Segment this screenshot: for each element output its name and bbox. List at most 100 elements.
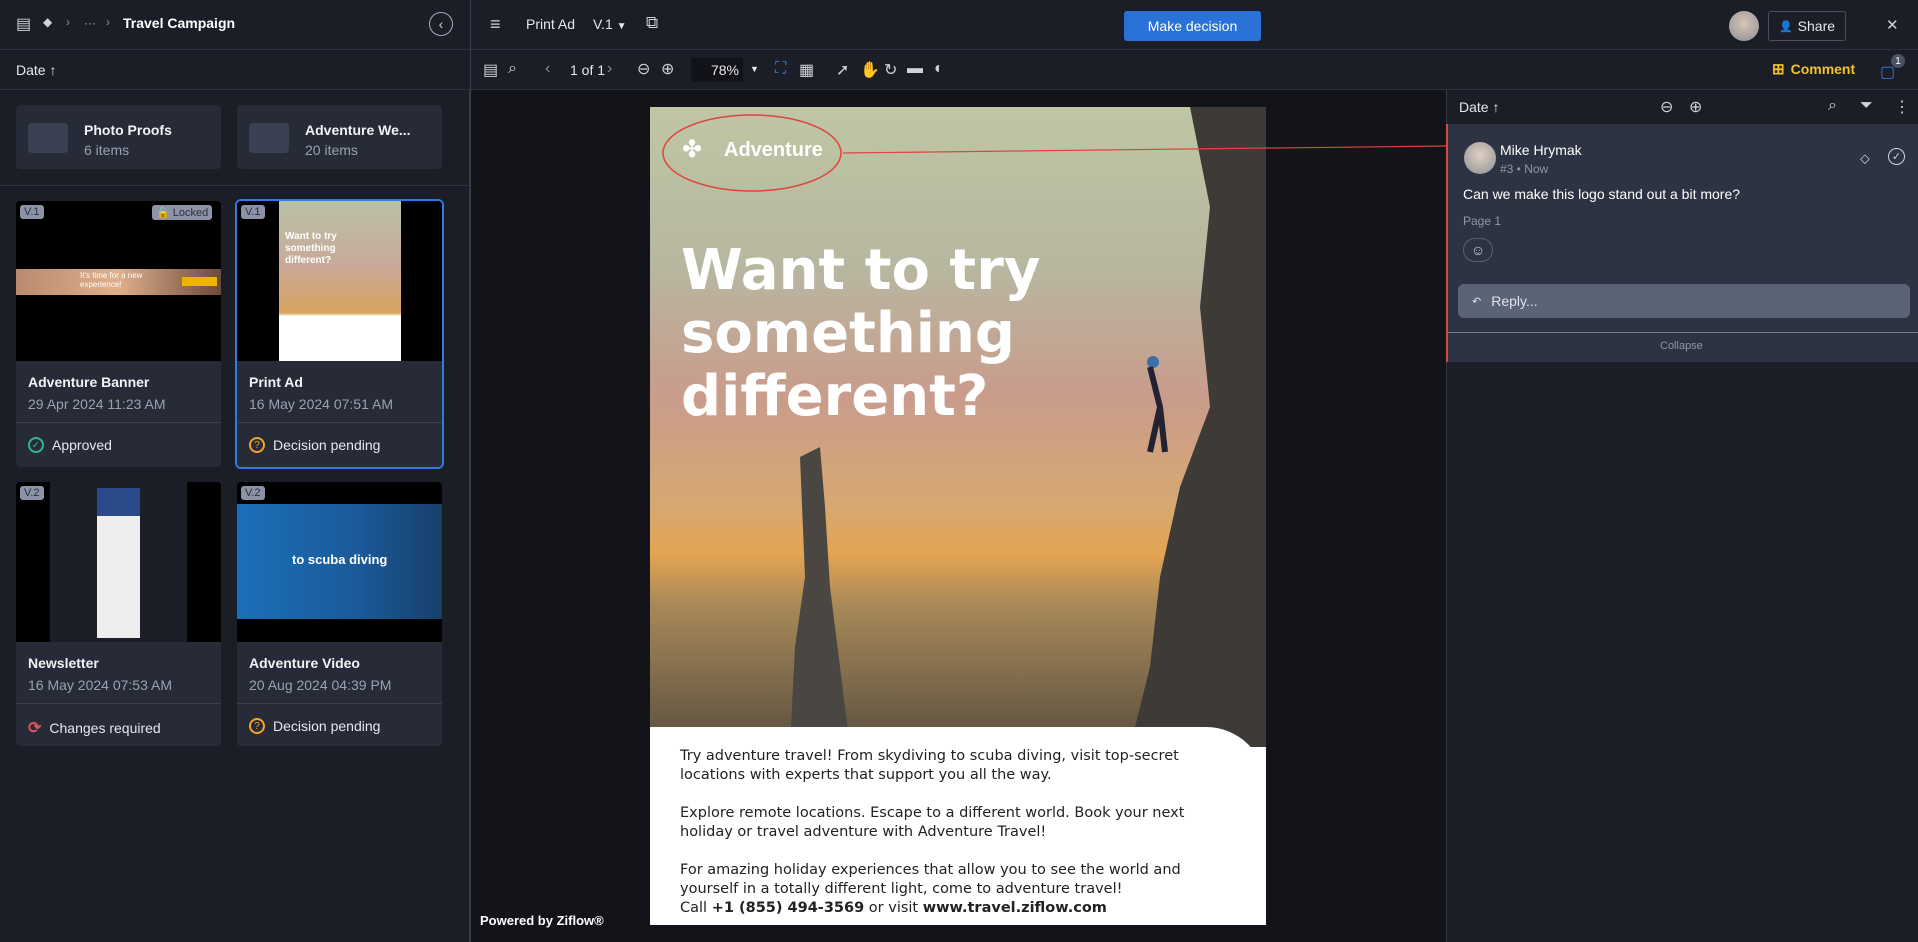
compare-icon[interactable]: ⧉	[646, 13, 658, 33]
visit-label: or visit	[868, 900, 919, 916]
folder-photo-proofs[interactable]: Photo Proofs 6 items	[16, 105, 221, 169]
version-badge: V.1	[20, 205, 44, 219]
collapse-panel-icon[interactable]: ‹	[429, 12, 453, 36]
ad-paragraph: Try adventure travel! From skydiving to …	[680, 748, 1179, 783]
check-circle-icon: ✓	[28, 437, 44, 453]
divider	[237, 422, 442, 423]
comment-author: Mike Hrymak	[1500, 142, 1582, 158]
comment-button[interactable]: ⊞ Comment	[1772, 60, 1855, 78]
tag-icon[interactable]: ⬦	[1860, 150, 1870, 167]
resolve-icon[interactable]: ✓	[1888, 148, 1905, 165]
folder-adventure-web[interactable]: Adventure We... 20 items	[237, 105, 442, 169]
contrast-icon[interactable]: ◐	[934, 60, 944, 78]
comment-count-badge: 1	[1891, 54, 1905, 68]
thumbnail: to scuba diving	[237, 482, 442, 642]
add-comment-icon: ⊞	[1772, 61, 1785, 78]
layout-icon[interactable]: ▤	[16, 14, 31, 34]
rotate-icon[interactable]: ↻	[884, 60, 897, 80]
version-dropdown[interactable]: V.1 ▼	[593, 16, 627, 32]
print-ad-page[interactable]: ✤ Adventure Want to try something differ…	[650, 107, 1266, 925]
thumb-text: Want to try something different?	[285, 231, 337, 266]
phone: +1 (855) 494-3569	[711, 900, 865, 916]
breadcrumb-ellipsis[interactable]: ···	[84, 16, 96, 30]
asset-card-newsletter[interactable]: V.2 Newsletter 16 May 2024 07:53 AM ⟳ Cha…	[16, 482, 221, 746]
asset-date: 20 Aug 2024 04:39 PM	[249, 677, 392, 693]
collapse-button[interactable]: Collapse	[1660, 340, 1703, 352]
asset-title: Print Ad	[526, 16, 576, 32]
comment-card[interactable]: Mike Hrymak #3 • Now ⬦ ✓ Can we make thi…	[1446, 124, 1918, 362]
zoom-input[interactable]: 78%	[691, 58, 743, 82]
thumb-text: to scuba diving	[292, 552, 388, 567]
close-icon[interactable]: ✕	[1886, 16, 1899, 34]
hand-icon[interactable]: ✋	[860, 60, 880, 80]
zoom-out-icon[interactable]: ⊖	[637, 59, 650, 79]
fit-page-icon[interactable]: ⛶	[775, 60, 786, 78]
locked-badge: 🔒 Locked	[152, 205, 213, 220]
asset-card-adventure-banner[interactable]: It's time for a new experience! V.1 🔒 Lo…	[16, 201, 221, 467]
menu-icon[interactable]: ≡	[490, 14, 501, 35]
divider	[0, 185, 470, 186]
headline-line: something	[681, 301, 1015, 366]
make-decision-button[interactable]: Make decision	[1124, 11, 1261, 41]
ad-contact: Call +1 (855) 494-3569 or visit www.trav…	[680, 899, 1220, 918]
chevron-right-icon: ›	[106, 15, 110, 29]
status-label: Decision pending	[273, 437, 381, 453]
divider	[16, 422, 221, 423]
status-label: Decision pending	[273, 718, 381, 734]
comments-sort[interactable]: Date ↑	[1459, 99, 1499, 115]
asset-date: 16 May 2024 07:53 AM	[28, 677, 172, 693]
chevron-left-icon[interactable]: ‹	[545, 60, 550, 78]
locked-label: Locked	[172, 207, 209, 219]
search-icon[interactable]: ⌕	[1828, 97, 1837, 115]
logo-icon: ✤	[682, 136, 703, 163]
next-comment-icon[interactable]: ⊕	[1689, 97, 1702, 117]
pointer-icon[interactable]: ➚	[836, 60, 849, 80]
refresh-icon: ⟳	[28, 720, 42, 737]
asset-date: 29 Apr 2024 11:23 AM	[28, 396, 166, 412]
sort-label: Date	[16, 62, 46, 78]
thumb-text: It's time for a new experience!	[80, 271, 143, 289]
status: ? Decision pending	[249, 437, 380, 453]
more-icon[interactable]: ⋮	[1894, 97, 1910, 117]
question-circle-icon: ?	[249, 718, 265, 734]
share-button[interactable]: 👤 Share	[1768, 11, 1846, 41]
status: ? Decision pending	[249, 718, 380, 734]
search-icon[interactable]: ⌕	[508, 60, 517, 78]
sort-label: Date	[1459, 99, 1489, 115]
climber	[1147, 356, 1159, 368]
layout-icon[interactable]: ▤	[483, 60, 498, 80]
reply-icon: ↶	[1472, 295, 1482, 308]
status-label: Approved	[52, 437, 112, 453]
filter-icon[interactable]: ⏷	[1860, 97, 1873, 115]
sort-date[interactable]: Date ↑	[16, 62, 56, 78]
thumbnail	[16, 482, 221, 642]
status: ⟳ Changes required	[28, 718, 161, 738]
version-badge: V.2	[20, 486, 44, 500]
folder-name: Photo Proofs	[84, 122, 172, 138]
asset-card-print-ad[interactable]: Want to try something different? V.1 Pri…	[235, 199, 444, 469]
asset-date: 16 May 2024 07:51 AM	[249, 396, 393, 412]
zoom-region-icon[interactable]: ▦	[799, 60, 814, 80]
reply-placeholder: Reply...	[1491, 293, 1538, 309]
avatar[interactable]	[1729, 11, 1759, 41]
status-label: Changes required	[49, 720, 161, 736]
ruler-icon[interactable]: ▬	[907, 60, 923, 78]
asset-name: Newsletter	[28, 655, 99, 671]
reply-input[interactable]: ↶ Reply...	[1458, 284, 1910, 318]
caret-down-icon[interactable]: ▼	[750, 64, 759, 74]
previous-comment-icon[interactable]: ⊖	[1660, 97, 1673, 117]
asset-name: Adventure Video	[249, 655, 360, 671]
shapes-icon[interactable]: ◆	[43, 15, 52, 29]
zoom-unit: %	[726, 62, 739, 78]
thumbnail: Want to try something different?	[237, 201, 442, 361]
folder-name: Adventure We...	[305, 122, 411, 138]
add-user-icon: 👤	[1778, 20, 1793, 33]
add-reaction-icon[interactable]: ☺	[1463, 238, 1493, 262]
zoom-in-icon[interactable]: ⊕	[661, 59, 674, 79]
chevron-right-icon[interactable]: ›	[607, 60, 612, 78]
asset-card-adventure-video[interactable]: to scuba diving V.2 Adventure Video 20 A…	[237, 482, 442, 746]
folder-count: 6 items	[84, 142, 130, 158]
breadcrumb-title[interactable]: Travel Campaign	[123, 15, 235, 31]
page-indicator: 1 of 1	[570, 62, 606, 78]
caret-down-icon: ▼	[616, 21, 627, 32]
